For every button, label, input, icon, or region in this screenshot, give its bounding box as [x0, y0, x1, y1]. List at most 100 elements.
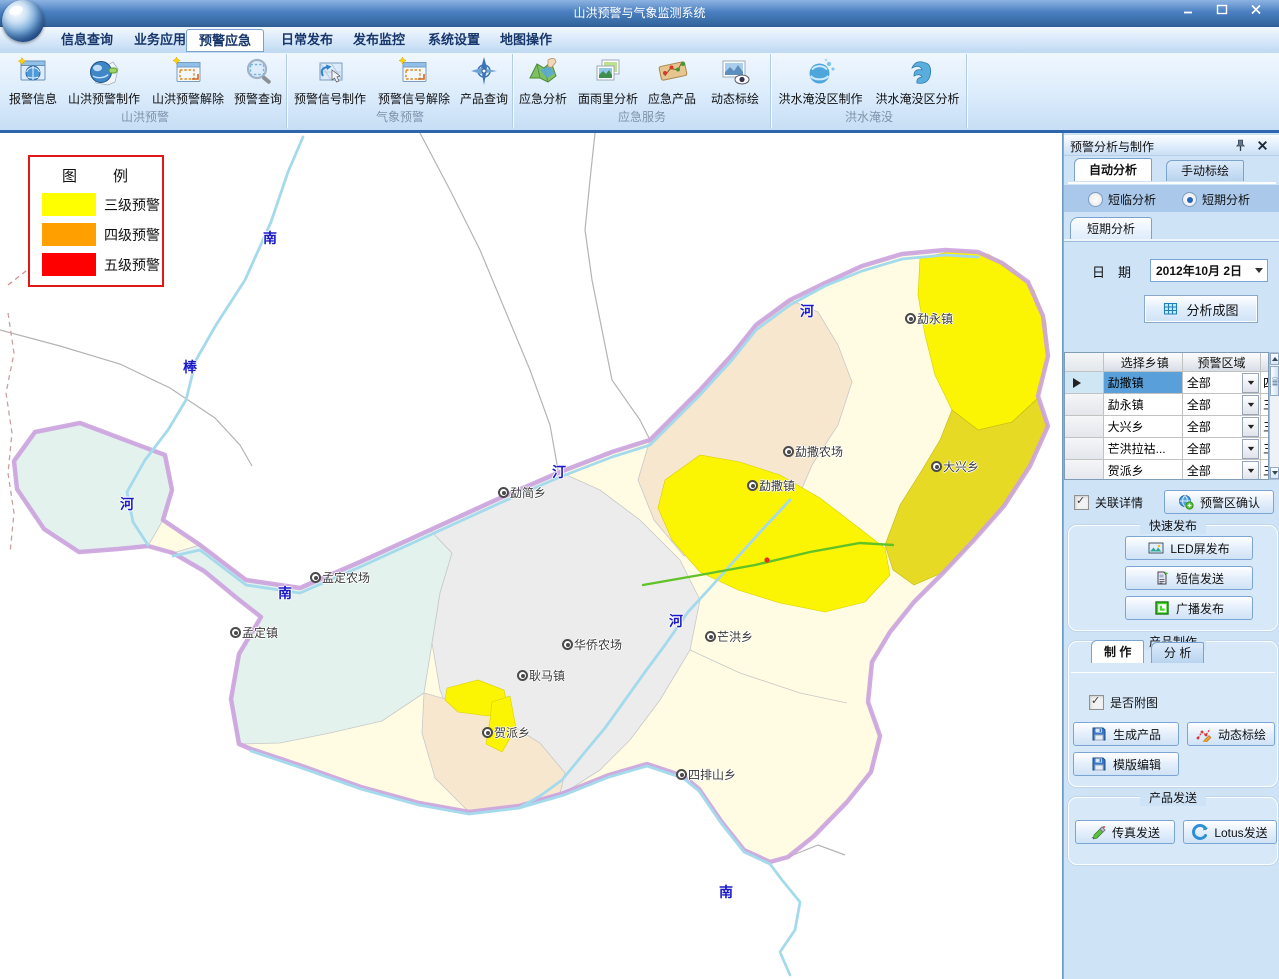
region-cell[interactable]: 全部: [1183, 372, 1261, 394]
alarm-info-icon: [17, 56, 49, 88]
sms-send-button[interactable]: 短信发送: [1125, 566, 1253, 590]
chevron-down-icon[interactable]: [1242, 461, 1259, 481]
chevron-down-icon[interactable]: [1242, 373, 1259, 393]
river-label-2: 河: [120, 494, 134, 514]
legend-label: 三级预警: [104, 195, 160, 215]
subtab-short-period[interactable]: 短期分析: [1070, 217, 1152, 240]
tab-analyze[interactable]: 分 析: [1151, 642, 1204, 663]
analyze-map-button[interactable]: 分析成图: [1144, 295, 1258, 323]
region-cell[interactable]: 全部: [1183, 394, 1261, 416]
led-publish-button[interactable]: LED屏发布: [1125, 536, 1253, 560]
scrollbar-thumb[interactable]: [1270, 366, 1279, 396]
row-selector-cell[interactable]: [1065, 416, 1104, 438]
region-dropdown[interactable]: 全部: [1183, 460, 1260, 480]
menu-tab-5[interactable]: 发布监控: [349, 31, 409, 49]
radio-shortterm-imminent[interactable]: 短临分析: [1088, 191, 1156, 208]
confirm-warning-zone-button[interactable]: 预警区确认: [1164, 490, 1274, 514]
menu-tab-6[interactable]: 系统设置: [424, 31, 484, 49]
lotus-send-button[interactable]: Lotus发送: [1183, 820, 1277, 844]
town-marker-icon: [931, 461, 942, 472]
map-area[interactable]: 勐永镇勐撒农场勐撒镇大兴乡勐简乡孟定农场孟定镇华侨农场耿马镇芒洪乡贺派乡四排山乡…: [0, 133, 1063, 979]
header-clip: [1261, 353, 1268, 372]
chevron-down-icon[interactable]: [1242, 395, 1259, 415]
ribbon-button-photos-2-1[interactable]: 面雨里分析: [572, 56, 644, 107]
close-button[interactable]: [1249, 4, 1263, 15]
ribbon-button-flood-make-0-1[interactable]: 山洪预警制作: [62, 56, 146, 107]
town-label-孟定镇: 孟定镇: [230, 624, 278, 641]
panel-close-icon[interactable]: [1256, 139, 1269, 152]
broadcast-publish-button[interactable]: 广播发布: [1125, 596, 1253, 620]
town-name: 勐撒镇: [759, 479, 795, 493]
region-cell[interactable]: 全部: [1183, 460, 1261, 480]
ribbon-button-window-dashed-1-1[interactable]: 预警信号解除: [372, 56, 456, 107]
ribbon-button-compass-1-2[interactable]: 产品查询: [456, 56, 512, 107]
chevron-down-icon[interactable]: [1242, 439, 1259, 459]
town-cell[interactable]: 勐永镇: [1104, 394, 1183, 416]
table-row[interactable]: 大兴乡全部三: [1065, 416, 1268, 438]
region-cell[interactable]: 全部: [1183, 438, 1261, 460]
maximize-button[interactable]: [1215, 4, 1229, 15]
table-row[interactable]: 芒洪拉祜...全部三: [1065, 438, 1268, 460]
town-cell[interactable]: 芒洪拉祜...: [1104, 438, 1183, 460]
panel-title: 预警分析与制作: [1070, 138, 1154, 155]
ribbon-button-product-board-2-2[interactable]: 应急产品: [644, 56, 700, 107]
ribbon-button-photo-eye-2-3[interactable]: 动态标绘: [700, 56, 770, 107]
town-cell[interactable]: 贺派乡: [1104, 460, 1183, 480]
pin-icon[interactable]: [1234, 139, 1247, 152]
tab-auto-analysis[interactable]: 自动分析: [1074, 158, 1152, 181]
menu-tab-4[interactable]: 日常发布: [277, 31, 337, 49]
date-picker[interactable]: 2012年10月 2日: [1150, 259, 1268, 282]
chevron-down-icon[interactable]: [1251, 260, 1267, 281]
attach-map-checkbox[interactable]: 是否附图: [1089, 694, 1158, 711]
quick-publish-title: 快速发布: [1140, 517, 1206, 534]
ribbon-group-caption: 山洪预警: [4, 108, 286, 125]
town-label-大兴乡: 大兴乡: [931, 458, 979, 475]
table-row[interactable]: 贺派乡全部三: [1065, 460, 1268, 480]
town-name: 芒洪乡: [717, 630, 753, 644]
tab-make[interactable]: 制 作: [1091, 640, 1144, 663]
dynamic-plot-button[interactable]: 动态标绘: [1187, 722, 1275, 746]
table-row[interactable]: 勐撒镇全部四: [1065, 372, 1268, 394]
region-dropdown[interactable]: 全部: [1183, 372, 1260, 393]
row-selector-cell[interactable]: [1065, 394, 1104, 416]
region-dropdown[interactable]: 全部: [1183, 438, 1260, 459]
town-name: 勐撒农场: [795, 445, 843, 459]
table-scrollbar[interactable]: [1269, 352, 1279, 480]
clipped-next-column: 三: [1261, 460, 1268, 480]
ribbon-button-folded-map-2-0[interactable]: 应急分析: [514, 56, 572, 107]
row-selector-cell[interactable]: [1065, 460, 1104, 480]
ribbon-button-signal-make-1-0[interactable]: 预警信号制作: [288, 56, 372, 107]
town-label-耿马镇: 耿马镇: [517, 667, 565, 684]
town-cell[interactable]: 大兴乡: [1104, 416, 1183, 438]
ribbon-button-window-dashed-0-2[interactable]: 山洪预警解除: [146, 56, 230, 107]
region-dropdown[interactable]: 全部: [1183, 394, 1260, 415]
ribbon-button-alarm-info-0-0[interactable]: 报警信息: [4, 56, 62, 107]
ribbon-button-water-swirl-3-1[interactable]: 洪水淹没区分析: [869, 56, 966, 107]
scroll-down-icon[interactable]: [1270, 467, 1279, 479]
region-dropdown[interactable]: 全部: [1183, 416, 1260, 437]
table-row[interactable]: 勐永镇全部三: [1065, 394, 1268, 416]
ribbon-button-water-splash-3-0[interactable]: 洪水淹没区制作: [772, 56, 869, 107]
town-cell[interactable]: 勐撒镇: [1104, 372, 1183, 394]
region-value: 全部: [1187, 440, 1211, 457]
region-cell[interactable]: 全部: [1183, 416, 1261, 438]
product-make-group: 产品制作 制 作 分 析 是否附图 生成产品 动态标绘 模版编辑: [1068, 641, 1278, 787]
generate-product-button[interactable]: 生成产品: [1073, 722, 1179, 746]
row-selector-cell[interactable]: [1065, 372, 1104, 394]
menu-tab-7[interactable]: 地图操作: [496, 31, 556, 49]
legend-label: 五级预警: [104, 255, 160, 275]
menu-tab-1[interactable]: 信息查询: [57, 31, 117, 49]
row-selector-cell[interactable]: [1065, 438, 1104, 460]
template-edit-button[interactable]: 模版编辑: [1073, 752, 1179, 776]
chevron-down-icon[interactable]: [1242, 417, 1259, 437]
app-logo-globe-icon[interactable]: [2, 0, 44, 42]
ribbon-button-magnifier-0-3[interactable]: 预警查询: [230, 56, 286, 107]
menu-tab-2[interactable]: 业务应用: [130, 31, 190, 49]
tab-manual-plot[interactable]: 手动标绘: [1166, 160, 1244, 181]
minimize-button[interactable]: [1181, 4, 1195, 15]
menu-tab-3[interactable]: 预警应急: [186, 29, 264, 52]
link-detail-checkbox[interactable]: 关联详情: [1074, 494, 1143, 511]
radio-shortterm-period[interactable]: 短期分析: [1182, 191, 1250, 208]
scroll-up-icon[interactable]: [1270, 353, 1279, 365]
fax-send-button[interactable]: 传真发送: [1075, 820, 1175, 844]
